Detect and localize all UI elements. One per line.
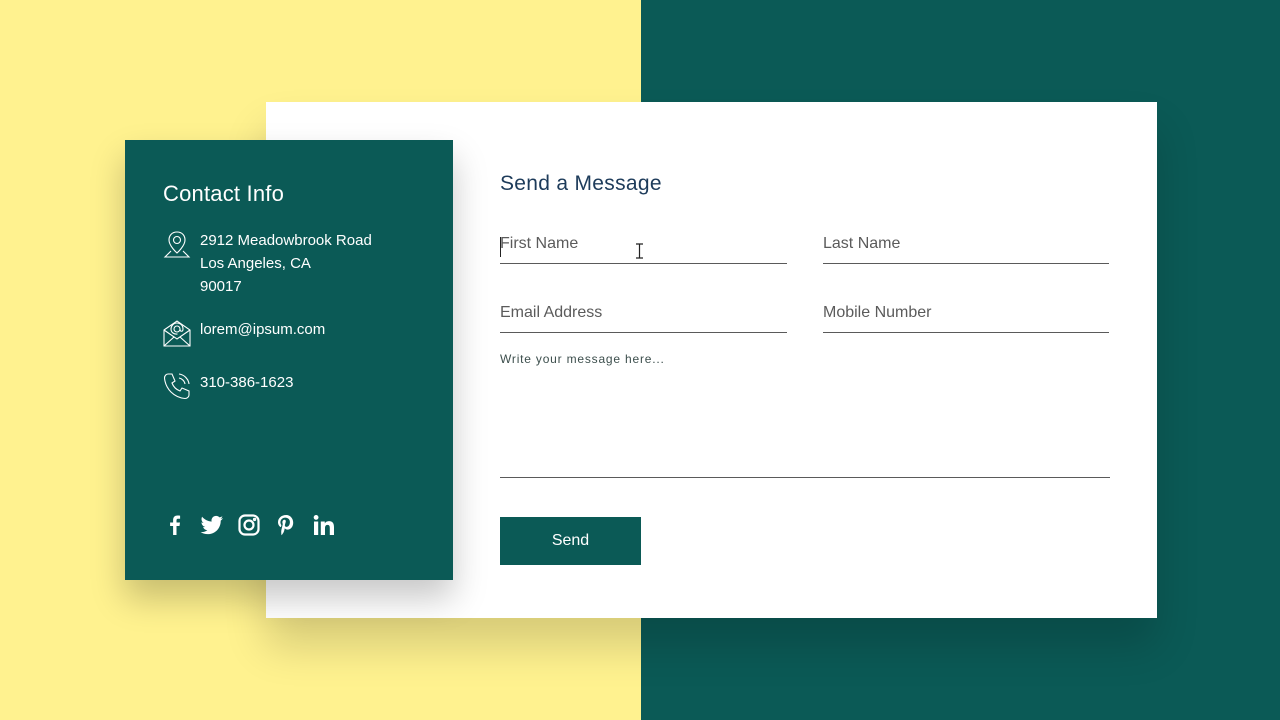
linkedin-icon[interactable] — [311, 512, 335, 538]
facebook-icon[interactable] — [163, 512, 187, 538]
phone-text: 310-386-1623 — [200, 374, 294, 391]
location-pin-icon — [162, 229, 192, 259]
address-line-1: 2912 Meadowbrook Road — [200, 232, 372, 249]
address-row: 2912 Meadowbrook Road Los Angeles, CA 90… — [162, 229, 372, 298]
contact-info-card: Contact Info 2912 Meadowbrook Road Los A… — [125, 140, 453, 580]
email-text: lorem@ipsum.com — [200, 321, 326, 338]
twitter-icon[interactable] — [200, 512, 224, 538]
contact-info-title: Contact Info — [163, 181, 285, 206]
text-caret — [500, 237, 501, 257]
address-line-3: 90017 — [200, 278, 242, 295]
last-name-input[interactable] — [823, 230, 1109, 264]
message-textarea[interactable] — [500, 352, 1110, 478]
address-line-2: Los Angeles, CA — [200, 255, 311, 272]
mobile-number-input[interactable] — [823, 299, 1109, 333]
instagram-icon[interactable] — [237, 512, 261, 538]
phone-icon — [162, 371, 192, 401]
send-button[interactable]: Send — [500, 517, 641, 565]
address-text: 2912 Meadowbrook Road Los Angeles, CA 90… — [200, 229, 372, 298]
email-row: lorem@ipsum.com — [162, 318, 325, 348]
phone-row: 310-386-1623 — [162, 371, 293, 401]
form-title: Send a Message — [500, 172, 662, 195]
email-address-input[interactable] — [500, 299, 787, 333]
envelope-icon — [162, 318, 192, 348]
social-links — [163, 512, 335, 538]
ibeam-cursor-icon — [636, 243, 643, 259]
pinterest-icon[interactable] — [274, 512, 298, 538]
